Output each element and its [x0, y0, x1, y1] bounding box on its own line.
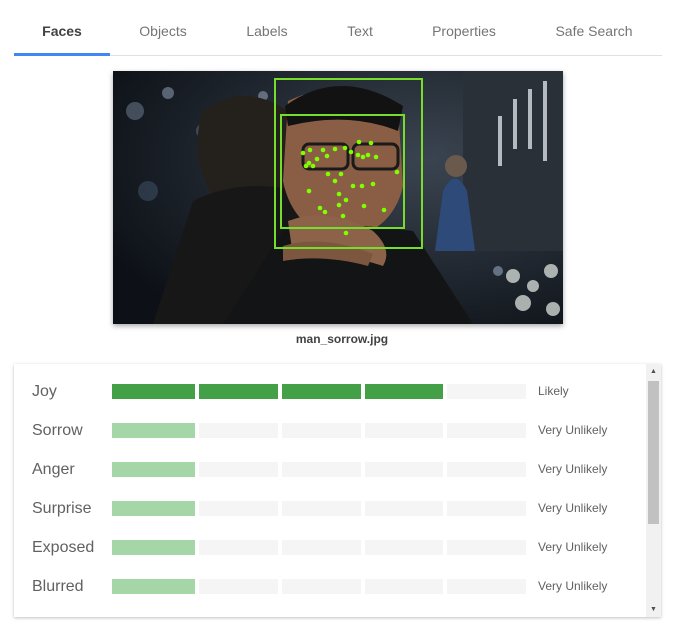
likelihood-bar-segment — [365, 579, 443, 594]
likelihood-label: Anger — [32, 461, 75, 478]
likelihood-bar-segment — [282, 423, 361, 438]
likelihood-label: Sorrow — [32, 422, 83, 439]
likelihood-bar-segment — [112, 423, 195, 438]
likelihood-bar-segment — [365, 423, 443, 438]
tab-properties[interactable]: Properties — [414, 0, 514, 56]
likelihood-bar-segment — [282, 462, 361, 477]
likelihood-bar-segment — [199, 462, 278, 477]
likelihood-bar-segment — [199, 540, 278, 555]
likelihood-bar-segment — [365, 384, 443, 399]
likelihood-row-sorrow: Sorrow Very Unlikely — [14, 411, 646, 450]
likelihood-value: Very Unlikely — [538, 579, 608, 593]
tab-objects[interactable]: Objects — [115, 0, 211, 56]
likelihood-value: Very Unlikely — [538, 540, 608, 554]
likelihood-bar-segment — [282, 579, 361, 594]
likelihood-bar-segment — [447, 423, 526, 438]
likelihood-bar-segment — [365, 540, 443, 555]
likelihood-bar-segment — [112, 501, 195, 516]
likelihood-label: Blurred — [32, 578, 84, 595]
panel-scrollbar[interactable]: ▲ ▼ — [646, 364, 661, 617]
likelihood-bar-segment — [282, 384, 361, 399]
likelihood-row-joy: Joy Likely — [14, 372, 646, 411]
likelihood-bar-segment — [112, 384, 195, 399]
likelihood-panel[interactable]: Joy Likely Sorrow Very Unlikely Anger Very Un… — [14, 364, 661, 617]
likelihood-row-surprise: Surprise Very Unlikely — [14, 489, 646, 528]
likelihood-bar-segment — [112, 579, 195, 594]
tab-text[interactable]: Text — [312, 0, 408, 56]
likelihood-bar-segment — [199, 501, 278, 516]
likelihood-label: Joy — [32, 383, 57, 400]
scroll-thumb[interactable] — [648, 381, 659, 524]
likelihood-row-anger: Anger Very Unlikely — [14, 450, 646, 489]
likelihood-row-exposed: Exposed Very Unlikely — [14, 528, 646, 567]
likelihood-bar-segment — [199, 384, 278, 399]
likelihood-bar-segment — [365, 501, 443, 516]
likelihood-value: Very Unlikely — [538, 462, 608, 476]
likelihood-bar-segment — [447, 540, 526, 555]
likelihood-value: Very Unlikely — [538, 501, 608, 515]
tab-faces[interactable]: Faces — [14, 0, 110, 56]
likelihood-bar-segment — [112, 540, 195, 555]
analyzed-image — [113, 71, 563, 324]
likelihood-bar-segment — [282, 501, 361, 516]
likelihood-bar-segment — [447, 501, 526, 516]
tab-safe-search[interactable]: Safe Search — [542, 0, 646, 56]
likelihood-label: Exposed — [32, 539, 95, 556]
likelihood-row-blurred: Blurred Very Unlikely — [14, 567, 646, 606]
likelihood-bar-segment — [447, 384, 526, 399]
likelihood-bar-segment — [447, 462, 526, 477]
active-tab-indicator — [14, 53, 110, 56]
likelihood-value: Likely — [538, 384, 569, 398]
likelihood-bar-segment — [112, 462, 195, 477]
image-filename: man_sorrow.jpg — [295, 332, 389, 346]
likelihood-bar-segment — [199, 579, 278, 594]
likelihood-bar-segment — [199, 423, 278, 438]
likelihood-bar-segment — [282, 540, 361, 555]
tab-labels[interactable]: Labels — [219, 0, 315, 56]
scroll-up-arrow-icon[interactable]: ▲ — [646, 364, 661, 379]
scroll-down-arrow-icon[interactable]: ▼ — [646, 602, 661, 617]
tab-bar: Faces Objects Labels Text Properties Saf… — [14, 0, 662, 56]
likelihood-value: Very Unlikely — [538, 423, 608, 437]
photo-scene — [113, 71, 563, 324]
likelihood-label: Surprise — [32, 500, 92, 517]
likelihood-bar-segment — [447, 579, 526, 594]
likelihood-bar-segment — [365, 462, 443, 477]
